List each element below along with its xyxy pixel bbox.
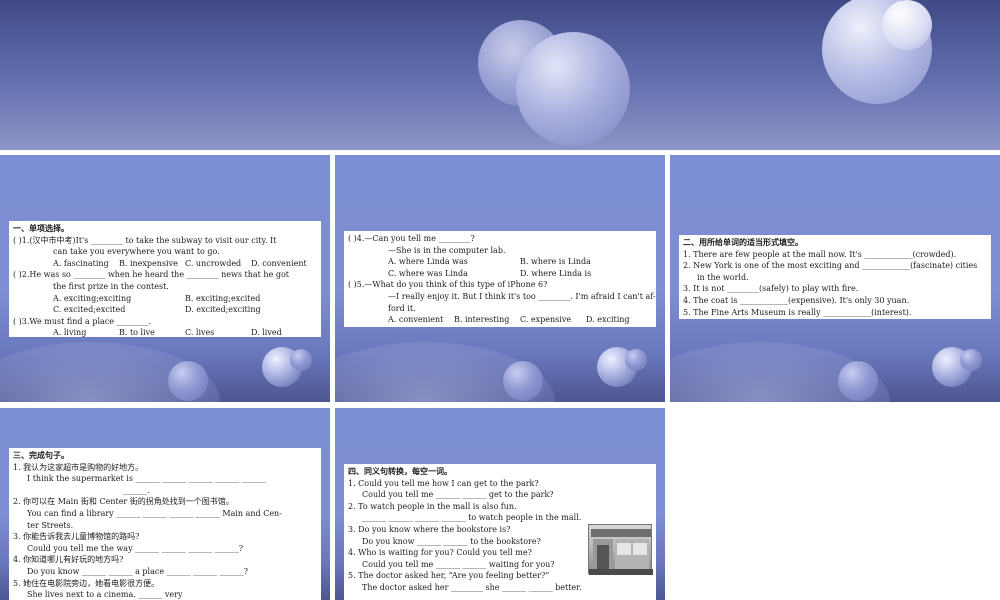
slide-5: 四、同义句转换，每空一词。 1. Could you tell me how I… xyxy=(335,408,665,600)
fill-item-2-cont: in the world. xyxy=(697,272,749,282)
sentence-prompt: 3. 你能告诉我去儿童博物馆的路吗? xyxy=(13,532,140,542)
option-a: A. exciting;exciting xyxy=(53,293,132,303)
fill-item-4: 4. The coat is ____________(expensive). … xyxy=(683,295,910,305)
option-d: D. exciting xyxy=(586,315,630,325)
sentence-blank-cont: ______. xyxy=(123,485,150,495)
option-a: A. living xyxy=(53,328,87,338)
slide-grid-page: 一、单项选择。 ( )1.(汉中市中考)It's ________ to tak… xyxy=(0,0,1000,600)
question-number: ( )4. xyxy=(348,234,365,243)
answer-line-cont: ford it. xyxy=(388,303,416,313)
option-d: D. lived xyxy=(251,328,282,338)
option-a: A. fascinating xyxy=(53,258,109,268)
option-b: B. inexpensive xyxy=(119,258,178,268)
original-sentence: 1. Could you tell me how I can get to th… xyxy=(348,478,539,488)
sentence-prompt: 2. 你可以在 Main 街和 Center 街的拐角处找到一个图书馆。 xyxy=(13,497,234,507)
slide-1: 一、单项选择。 ( )1.(汉中市中考)It's ________ to tak… xyxy=(0,155,330,402)
option-c: C. expensive xyxy=(520,315,572,325)
sentence-blank: Could you tell me the way ______ ______ … xyxy=(27,543,244,553)
option-b: B. to live xyxy=(119,328,155,338)
option-c: C. lives xyxy=(185,328,215,338)
fill-item-3: 3. It is not ________(safely) to play wi… xyxy=(683,284,859,294)
options-q2: A. exciting;exciting B. exciting;excited xyxy=(13,293,317,305)
title-banner xyxy=(0,0,1000,150)
option-c: C. where was Linda xyxy=(388,268,468,278)
original-sentence: 2. To watch people in the mall is also f… xyxy=(348,501,517,511)
option-b: B. where is Linda xyxy=(520,257,591,267)
sentence-prompt: 5. 她住在电影院旁边，她看电影很方便。 xyxy=(13,578,160,588)
option-d: D. excited;exciting xyxy=(185,305,261,315)
slide-4: 三、完成句子。 1. 我认为这家超市是购物的好地方。 I think the s… xyxy=(0,408,330,600)
source-tag: (汉中市中考) xyxy=(29,235,76,245)
question-number: ( )2. xyxy=(13,270,30,280)
options-q4: A. where Linda was B. where is Linda xyxy=(348,256,652,268)
question-text-cont: the first prize in the contest. xyxy=(53,281,169,291)
sentence-blank: Do you know ______ ______ a place ______… xyxy=(27,566,248,576)
question-text: —Can you tell me ________? xyxy=(364,234,475,243)
options-q2-row2: C. excited;excited D. excited;exciting xyxy=(13,304,317,316)
empty-slot xyxy=(670,408,1000,600)
option-d: D. where Linda is xyxy=(520,268,592,278)
rewrite-sentence: ______ ______ ______ ______ to watch peo… xyxy=(362,513,582,523)
question-text: —What do you think of this type of iPhon… xyxy=(364,280,548,290)
slide-3: 二、用所给单词的适当形式填空。 1. There are few people … xyxy=(670,155,1000,402)
answer-line: —I really enjoy it. But I think it's too… xyxy=(388,291,656,301)
option-b: B. interesting xyxy=(454,315,510,325)
sentence-blank: I think the supermarket is ______ ______… xyxy=(27,474,266,484)
options-q3: A. living B. to live C. lives D. lived xyxy=(13,327,317,339)
question-number: ( )3. xyxy=(13,316,30,326)
slide-2: ( )4.—Can you tell me ________? —She is … xyxy=(335,155,665,402)
sentence-blank-cont: ter Streets. xyxy=(27,520,74,530)
answer-line: —She is in the computer lab. xyxy=(388,245,506,255)
section-heading: 二、用所给单词的适当形式填空。 xyxy=(683,238,803,247)
question-card-2: ( )4.—Can you tell me ________? —She is … xyxy=(344,231,656,327)
option-a: A. convenient xyxy=(388,315,444,325)
question-text: We must find a place ________. xyxy=(29,316,152,326)
rewrite-sentence: The doctor asked her ________ she ______… xyxy=(362,582,582,592)
options-q5: A. convenient B. interesting C. expensiv… xyxy=(348,314,652,326)
question-card-5: 四、同义句转换，每空一词。 1. Could you tell me how I… xyxy=(344,464,656,600)
sentence-blank: She lives next to a cinema. ______ very xyxy=(27,590,183,600)
bookstore-photo xyxy=(588,524,653,575)
rewrite-sentence: Could you tell me ______ ______ get to t… xyxy=(362,490,554,500)
question-text: He was so ________ when he heard the ___… xyxy=(29,270,289,280)
section-heading: 三、完成句子。 xyxy=(13,451,69,460)
fill-item-5: 5. The Fine Arts Museum is really ______… xyxy=(683,307,912,317)
question-number: ( )5. xyxy=(348,280,365,290)
question-text-cont: can take you everywhere you want to go. xyxy=(53,247,220,257)
option-c: C. uncrowded xyxy=(185,258,242,268)
options-q4-row2: C. where was Linda D. where Linda is xyxy=(348,268,652,280)
banner-sphere-far xyxy=(882,0,932,50)
banner-sphere-large xyxy=(516,32,630,146)
question-number: ( )1. xyxy=(13,235,30,245)
fill-item-2: 2. New York is one of the most exciting … xyxy=(683,261,978,271)
option-c: C. excited;excited xyxy=(53,305,126,315)
question-text: It's ________ to take the subway to visi… xyxy=(75,235,277,245)
sentence-prompt: 4. 你知道哪儿有好玩的地方吗? xyxy=(13,555,124,565)
fill-item-1: 1. There are few people at the mall now.… xyxy=(683,249,957,259)
option-b: B. exciting;excited xyxy=(185,293,261,303)
section-heading: 四、同义句转换，每空一词。 xyxy=(348,467,452,476)
option-a: A. where Linda was xyxy=(388,257,468,267)
sentence-blank: You can find a library ______ ______ ___… xyxy=(27,508,282,518)
option-d: D. convenient xyxy=(251,258,307,268)
section-heading: 一、单项选择。 xyxy=(13,224,69,233)
question-card-3: 二、用所给单词的适当形式填空。 1. There are few people … xyxy=(679,235,991,319)
options-q1: A. fascinating B. inexpensive C. uncrowd… xyxy=(13,258,317,270)
sentence-prompt: 1. 我认为这家超市是购物的好地方。 xyxy=(13,462,144,472)
question-card-4: 三、完成句子。 1. 我认为这家超市是购物的好地方。 I think the s… xyxy=(9,448,321,600)
question-card-1: 一、单项选择。 ( )1.(汉中市中考)It's ________ to tak… xyxy=(9,221,321,337)
